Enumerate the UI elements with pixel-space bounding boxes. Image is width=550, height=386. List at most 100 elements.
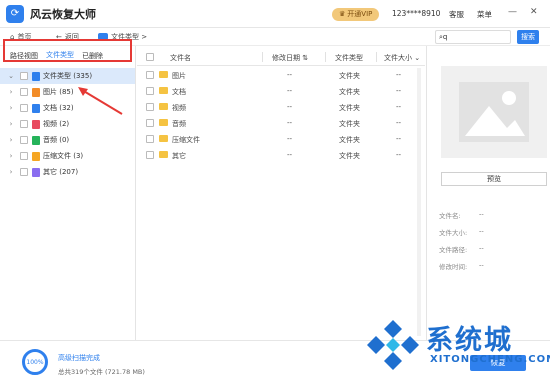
vip-button[interactable]: ♛ 开通VIP — [332, 8, 380, 21]
row-size: -- — [396, 135, 402, 143]
row-type: 文件夹 — [339, 120, 360, 128]
row-name: 文档 — [172, 88, 186, 96]
row-checkbox[interactable] — [146, 87, 154, 95]
meta-value-size: -- — [479, 227, 484, 235]
chevron-right-icon[interactable]: › — [6, 168, 16, 176]
chevron-right-icon[interactable]: › — [6, 152, 16, 160]
sort-icon: ⇅ — [302, 54, 309, 62]
tree-label: 文件类型 (335) — [43, 72, 93, 80]
chevron-down-icon[interactable]: ⌄ — [6, 72, 16, 80]
row-checkbox[interactable] — [146, 103, 154, 111]
folder-icon — [159, 151, 168, 158]
meta-value-name: -- — [479, 210, 484, 218]
row-type: 文件夹 — [339, 152, 360, 160]
chevron-right-icon[interactable]: › — [6, 120, 16, 128]
watermark: 系统城 XITONGCHENG.COM — [356, 312, 550, 382]
user-id[interactable]: 123****8910 — [392, 9, 440, 18]
row-size: -- — [396, 87, 402, 95]
preview-placeholder — [441, 66, 547, 158]
select-all-checkbox[interactable] — [146, 53, 154, 61]
tree-item-archives[interactable]: › 压缩文件 (3) — [0, 148, 135, 164]
tree-item-all[interactable]: ⌄ 文件类型 (335) — [0, 68, 135, 84]
folder-icon — [32, 71, 40, 81]
highlight-box — [3, 39, 132, 62]
header-date[interactable]: 修改日期 ⇅ — [272, 53, 308, 63]
row-date: -- — [287, 151, 293, 159]
chevron-down-icon: ⌄ — [414, 54, 421, 62]
tree-item-other[interactable]: › 其它 (207) — [0, 164, 135, 180]
search-field[interactable]: ⌕ q — [435, 30, 511, 44]
chevron-right-icon[interactable]: › — [6, 104, 16, 112]
tree-checkbox[interactable] — [20, 136, 28, 144]
row-size: -- — [396, 71, 402, 79]
tree-label: 视频 (2) — [43, 120, 70, 128]
row-checkbox[interactable] — [146, 119, 154, 127]
tree-item-audio[interactable]: › 音频 (0) — [0, 132, 135, 148]
table-row[interactable]: 其它 -- 文件夹 -- — [137, 147, 417, 163]
row-type: 文件夹 — [339, 136, 360, 144]
row-type: 文件夹 — [339, 88, 360, 96]
minimize-button[interactable]: — — [508, 7, 517, 17]
tree-item-videos[interactable]: › 视频 (2) — [0, 116, 135, 132]
folder-icon — [159, 103, 168, 110]
chevron-right-icon[interactable]: › — [6, 136, 16, 144]
file-list-panel: 文件名 修改日期 ⇅ 文件类型 文件大小 ⌄ 图片 -- 文件夹 -- 文档 -… — [137, 46, 425, 340]
image-placeholder-icon — [459, 82, 529, 142]
row-checkbox[interactable] — [146, 151, 154, 159]
row-size: -- — [396, 151, 402, 159]
crown-icon: ♛ — [339, 10, 346, 18]
close-button[interactable]: ✕ — [530, 7, 538, 17]
table-row[interactable]: 文档 -- 文件夹 -- — [137, 83, 417, 99]
table-row[interactable]: 视频 -- 文件夹 -- — [137, 99, 417, 115]
row-checkbox[interactable] — [146, 71, 154, 79]
header-type[interactable]: 文件类型 — [335, 53, 363, 63]
search-button[interactable]: 搜索 — [517, 30, 539, 44]
archive-file-icon — [32, 151, 40, 161]
app-logo-icon: ⟳ — [6, 4, 24, 23]
meta-label-name: 文件名: — [439, 212, 461, 220]
meta-label-modified: 修改时间: — [439, 263, 468, 271]
row-date: -- — [287, 119, 293, 127]
tree-checkbox[interactable] — [20, 152, 28, 160]
watermark-logo-icon — [367, 320, 419, 370]
preview-button[interactable]: 预览 — [441, 172, 547, 186]
header-size[interactable]: 文件大小 ⌄ — [384, 53, 420, 63]
row-name: 图片 — [172, 72, 186, 80]
header-name[interactable]: 文件名 — [170, 53, 191, 63]
detail-panel: ⌕ q 搜索 预览 文件名: -- 文件大小: -- 文件路径: -- 修改时间… — [426, 30, 550, 340]
chevron-right-icon[interactable]: › — [6, 88, 16, 96]
audio-file-icon — [32, 135, 40, 145]
folder-icon — [159, 71, 168, 78]
tree-checkbox[interactable] — [20, 120, 28, 128]
service-link[interactable]: 客服 — [449, 9, 464, 20]
watermark-title: 系统城 — [426, 325, 513, 356]
table-row[interactable]: 图片 -- 文件夹 -- — [137, 67, 417, 83]
row-name: 视频 — [172, 104, 186, 112]
table-row[interactable]: 压缩文件 -- 文件夹 -- — [137, 131, 417, 147]
tree-checkbox[interactable] — [20, 72, 28, 80]
left-panel: 路径视图 文件类型 已删除 ⌄ 文件类型 (335) › 图片 (85) › 文… — [0, 39, 136, 340]
column-divider — [262, 52, 263, 62]
file-type-tree: ⌄ 文件类型 (335) › 图片 (85) › 文档 (32) › 视频 (2… — [0, 68, 135, 180]
row-type: 文件夹 — [339, 72, 360, 80]
vertical-scrollbar[interactable] — [417, 68, 421, 336]
table-row[interactable]: 音频 -- 文件夹 -- — [137, 115, 417, 131]
meta-label-size: 文件大小: — [439, 229, 468, 237]
tree-label: 压缩文件 (3) — [43, 152, 84, 160]
other-file-icon — [32, 167, 40, 177]
meta-value-path: -- — [479, 244, 484, 252]
video-file-icon — [32, 119, 40, 129]
tree-checkbox[interactable] — [20, 88, 28, 96]
menu-link[interactable]: 菜单 — [477, 9, 492, 20]
row-date: -- — [287, 71, 293, 79]
image-file-icon — [32, 87, 40, 97]
tree-checkbox[interactable] — [20, 104, 28, 112]
document-file-icon — [32, 103, 40, 113]
tree-checkbox[interactable] — [20, 168, 28, 176]
row-size: -- — [396, 119, 402, 127]
scan-summary: 总共319个文件 (721.78 MB) — [58, 368, 145, 376]
scan-status: 高级扫描完成 — [58, 354, 100, 362]
search-input-value[interactable]: q — [443, 33, 447, 41]
row-checkbox[interactable] — [146, 135, 154, 143]
meta-value-modified: -- — [479, 261, 484, 269]
